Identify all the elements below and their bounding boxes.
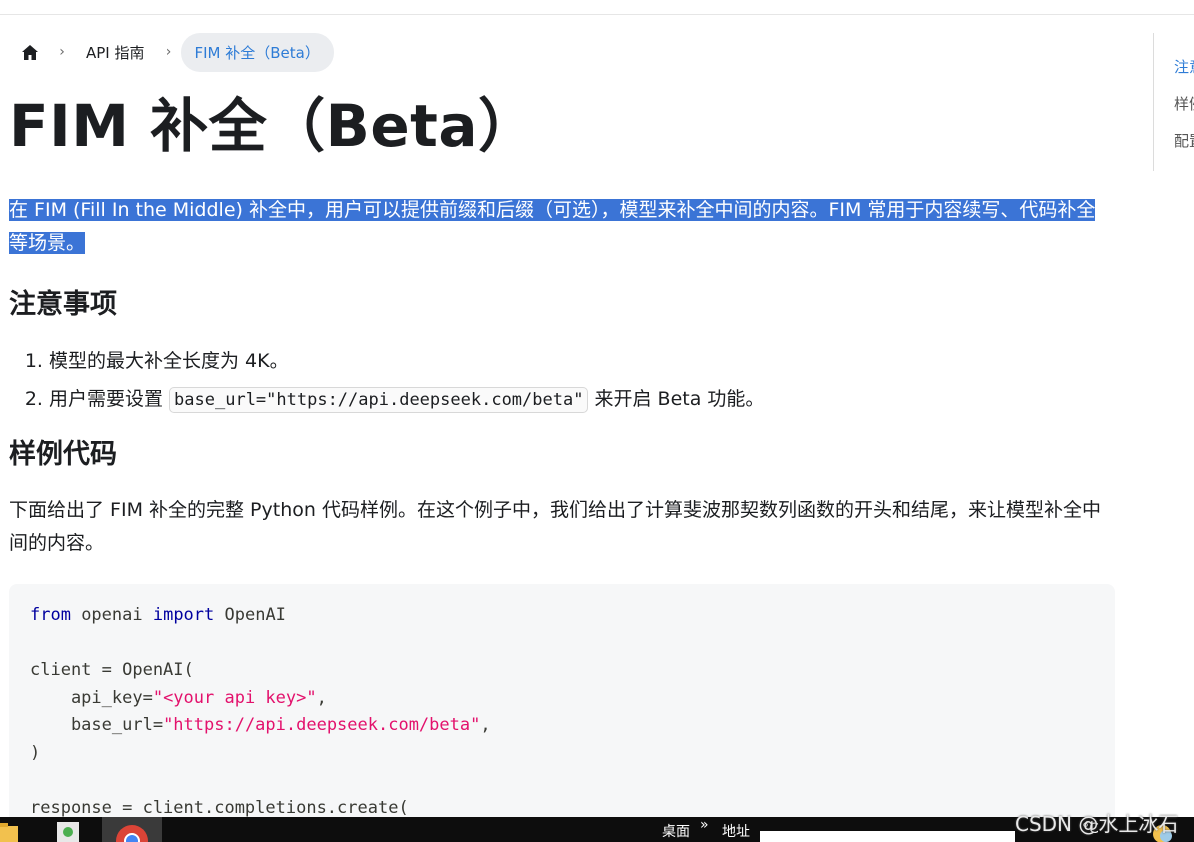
list-item: 用户需要设置 base_url="https://api.deepseek.co…	[49, 380, 764, 419]
code-text: openai	[70, 605, 153, 625]
breadcrumb-current: FIM 补全（Beta）	[180, 32, 334, 72]
toc-item-sample[interactable]: 样例代码	[1174, 93, 1194, 114]
table-of-contents: 注意事项 样例代码 配置 FIM 补全	[1153, 33, 1194, 171]
code-text: client = OpenAI(	[30, 660, 194, 680]
code-text: ,	[480, 715, 491, 735]
folder-icon[interactable]	[0, 820, 20, 842]
code-text: response = client.completions.create(	[30, 797, 409, 818]
breadcrumb-home[interactable]	[10, 33, 50, 71]
code-keyword: import	[152, 605, 215, 625]
address-input[interactable]	[760, 831, 1015, 842]
list-item: 模型的最大补全长度为 4K。	[49, 342, 764, 380]
notes-heading: 注意事项	[9, 289, 117, 320]
chevron-double-right-icon[interactable]: »	[700, 817, 709, 833]
toc-item-notes[interactable]: 注意事项	[1174, 56, 1194, 77]
chrome-taskbar-button[interactable]	[102, 817, 162, 842]
page-title: FIM 补全（Beta）	[9, 92, 537, 160]
notes-list: 模型的最大补全长度为 4K。 用户需要设置 base_url="https://…	[9, 342, 764, 419]
sample-heading: 样例代码	[9, 439, 117, 470]
code-string: "https://api.deepseek.com/beta"	[163, 715, 481, 735]
code-text: )	[30, 742, 41, 763]
code-text: ,	[316, 687, 327, 708]
code-text: api_key=	[30, 687, 153, 708]
breadcrumb-api-guide[interactable]: API 指南	[74, 42, 157, 63]
selected-text: 在 FIM (Fill In the Middle) 补全中，用户可以提供前缀和…	[9, 199, 1096, 254]
desktop-toolbar-label[interactable]: 桌面	[662, 821, 690, 841]
toc-item-config[interactable]: 配置 FIM 补全	[1174, 130, 1194, 151]
code-content: from openai import OpenAI client = OpenA…	[9, 584, 1115, 840]
watermark: CSDN @水上冰石	[1015, 812, 1179, 836]
chevron-right-icon: ›	[59, 44, 65, 60]
chrome-icon	[116, 825, 148, 842]
sample-description: 下面给出了 FIM 补全的完整 Python 代码样例。在这个例子中，我们给出了…	[9, 499, 1101, 554]
code-keyword: from	[30, 605, 71, 625]
breadcrumb: › API 指南 › FIM 补全（Beta）	[10, 32, 334, 72]
code-block[interactable]: from openai import OpenAI client = OpenA…	[9, 584, 1115, 842]
inline-code: base_url="https://api.deepseek.com/beta"	[169, 387, 589, 413]
code-string: "<your api key>"	[152, 687, 317, 708]
chevron-right-icon: ›	[165, 44, 172, 60]
intro-paragraph: 在 FIM (Fill In the Middle) 补全中，用户可以提供前缀和…	[9, 194, 1105, 260]
notepad-icon[interactable]	[54, 820, 84, 842]
top-navbar	[0, 0, 1194, 15]
address-label: 地址	[722, 824, 750, 840]
code-text: OpenAI	[214, 605, 286, 625]
code-text: base_url=	[30, 715, 164, 735]
list-item-text: 模型的最大补全长度为 4K。	[49, 350, 289, 372]
list-item-text: 用户需要设置	[49, 388, 170, 410]
home-icon	[22, 44, 38, 60]
list-item-text: 来开启 Beta 功能。	[588, 388, 765, 410]
